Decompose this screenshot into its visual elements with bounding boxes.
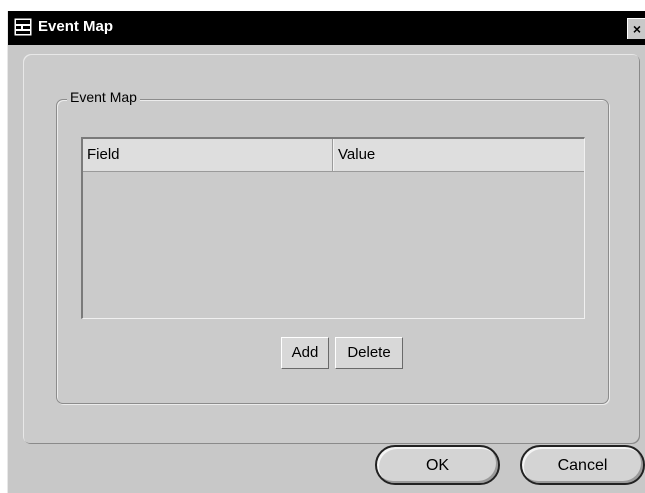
add-button[interactable]: Add: [281, 337, 329, 369]
group-legend: Event Map: [67, 89, 140, 105]
cancel-button[interactable]: Cancel: [520, 445, 645, 485]
title-bar[interactable]: Event Map ×: [8, 11, 645, 45]
table-body[interactable]: [83, 172, 584, 318]
close-icon[interactable]: ×: [627, 18, 645, 39]
table-header: Field Value: [83, 139, 584, 172]
content-panel: Event Map Field Value Add Delete: [23, 54, 640, 444]
window-title: Event Map: [38, 18, 114, 35]
column-header-field[interactable]: Field: [83, 139, 333, 171]
event-map-table[interactable]: Field Value: [81, 137, 585, 319]
delete-button[interactable]: Delete: [335, 337, 403, 369]
app-icon: [13, 17, 33, 37]
event-map-dialog: Event Map × Event Map Field Value Add De…: [7, 11, 645, 493]
column-header-value[interactable]: Value: [333, 139, 584, 171]
ok-button[interactable]: OK: [375, 445, 500, 485]
